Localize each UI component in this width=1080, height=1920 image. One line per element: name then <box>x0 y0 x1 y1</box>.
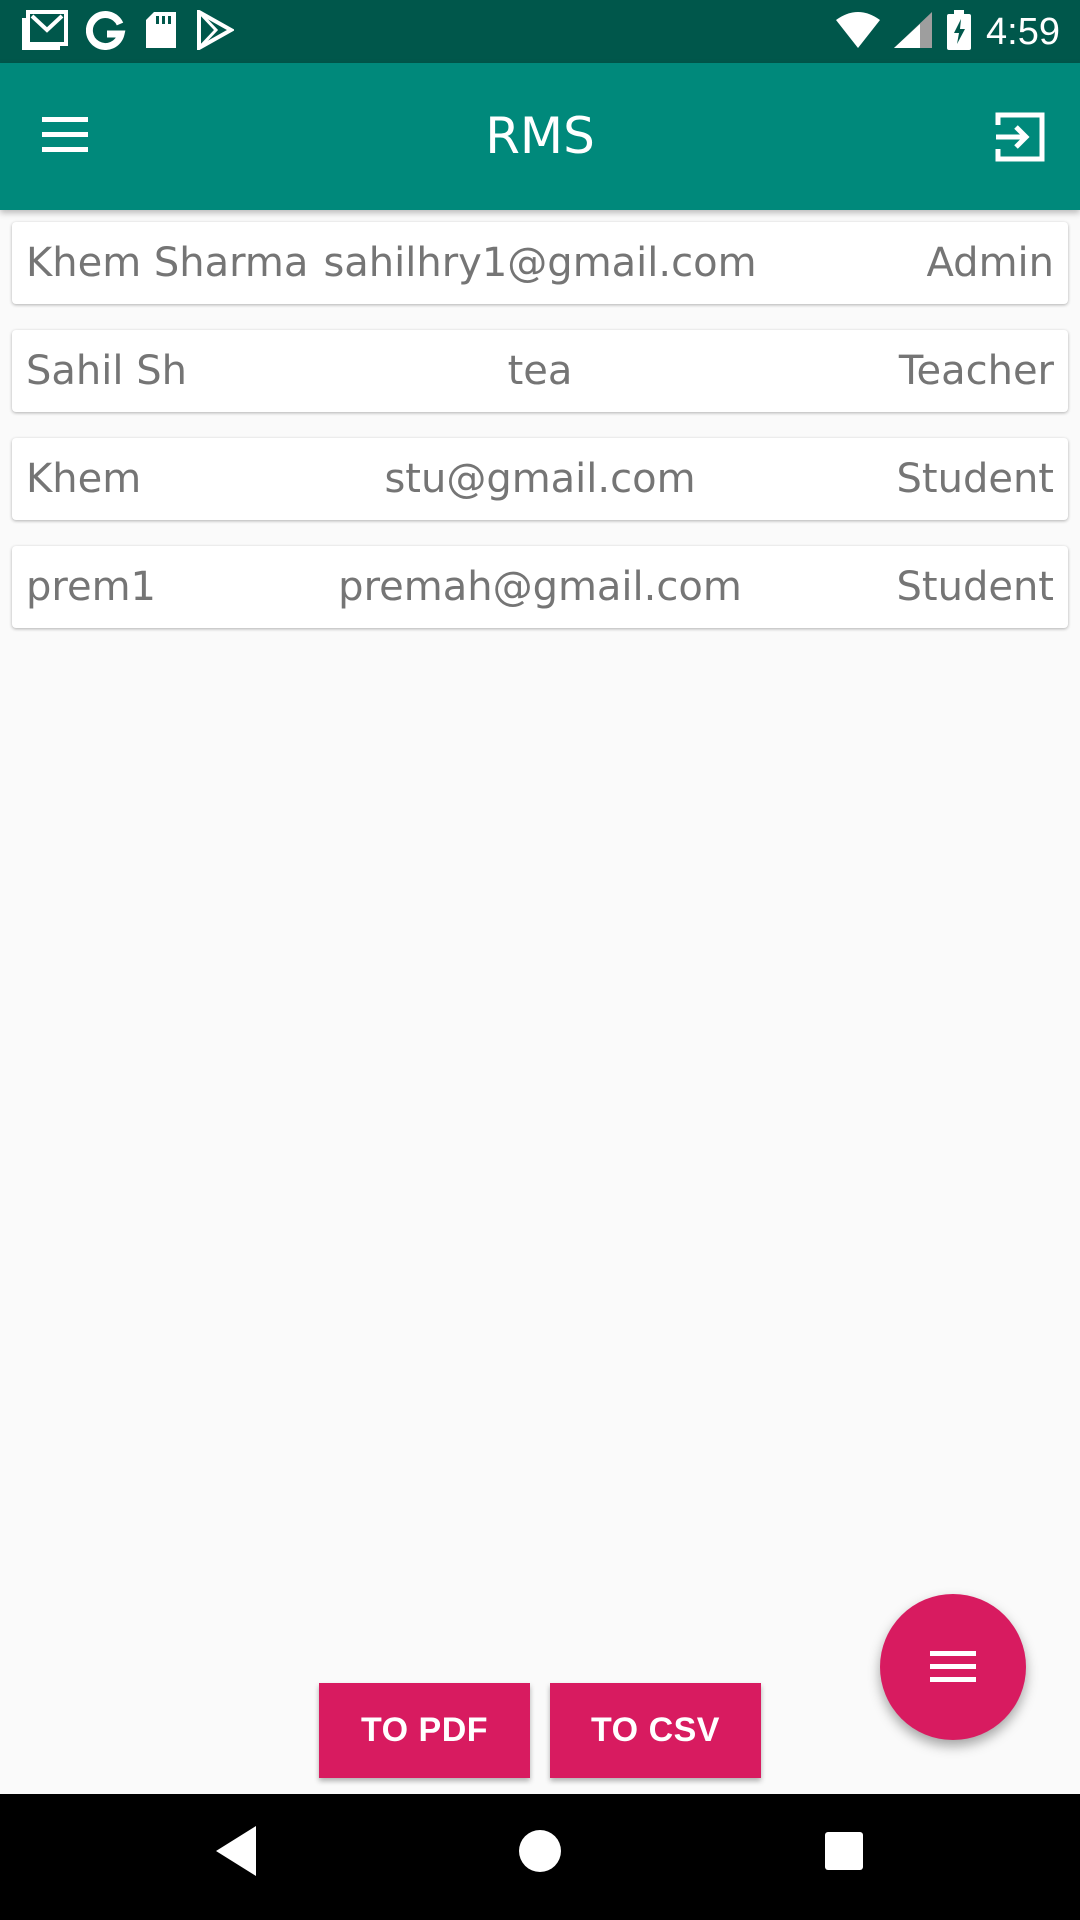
to-pdf-button[interactable]: TO PDF <box>319 1683 530 1778</box>
system-icons: 4:59 <box>836 10 1060 54</box>
to-csv-button[interactable]: TO CSV <box>550 1683 761 1778</box>
battery-charging-icon <box>946 10 972 54</box>
navigation-bar <box>0 1794 1080 1920</box>
list-item[interactable]: Sahil Sh tea Teacher <box>12 330 1068 412</box>
back-icon[interactable] <box>214 1824 258 1882</box>
status-time: 4:59 <box>986 10 1060 53</box>
user-role: Teacher <box>898 348 1054 394</box>
signal-icon <box>894 12 933 52</box>
logout-button[interactable] <box>992 109 1048 165</box>
recents-icon[interactable] <box>823 1824 865 1882</box>
play-store-icon <box>196 8 236 54</box>
gmail-icon <box>22 10 68 54</box>
user-list: Khem Sharma sahilhry1@gmail.com Admin Sa… <box>12 222 1068 654</box>
list-item[interactable]: prem1 premah@gmail.com Student <box>12 546 1068 628</box>
wifi-icon <box>836 12 881 52</box>
google-icon <box>85 10 126 54</box>
user-role: Student <box>896 456 1054 502</box>
logout-icon <box>995 112 1045 162</box>
app-bar: RMS <box>0 63 1080 210</box>
notification-icons <box>22 8 236 54</box>
fab-menu-button[interactable] <box>880 1594 1026 1740</box>
list-item[interactable]: Khem Sharma sahilhry1@gmail.com Admin <box>12 222 1068 304</box>
user-email: sahilhry1@gmail.com <box>323 240 757 286</box>
sd-card-icon <box>144 10 178 54</box>
home-icon[interactable] <box>518 1824 562 1882</box>
user-role: Admin <box>926 240 1054 286</box>
user-role: Student <box>896 564 1054 610</box>
menu-icon <box>930 1651 976 1682</box>
list-item[interactable]: Khem stu@gmail.com Student <box>12 438 1068 520</box>
page-title: RMS <box>485 107 595 165</box>
status-bar: 4:59 <box>0 0 1080 63</box>
